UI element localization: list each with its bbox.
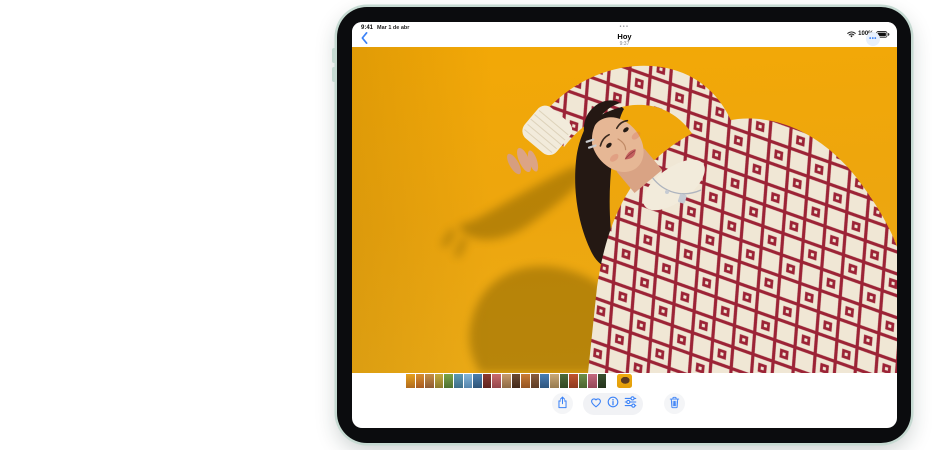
favorite-button[interactable] [589, 397, 603, 411]
photo-viewer[interactable] [352, 47, 897, 373]
filmstrip-thumbnail[interactable] [512, 374, 521, 388]
filmstrip-thumbnail[interactable] [579, 374, 588, 388]
action-pill [583, 393, 643, 415]
filmstrip-thumbnail[interactable] [540, 374, 549, 388]
filmstrip-thumbnail[interactable] [588, 374, 597, 388]
delete-button[interactable] [664, 393, 685, 414]
filmstrip-thumbnail[interactable] [444, 374, 453, 388]
info-button[interactable] [606, 397, 620, 411]
filmstrip-thumbnail[interactable] [531, 374, 540, 388]
info-icon [607, 396, 619, 411]
page-title: Hoy [352, 33, 897, 41]
ellipsis-icon: ••• [869, 36, 877, 42]
share-button[interactable] [552, 393, 573, 414]
more-options-button[interactable]: ••• [866, 32, 880, 46]
page-subtitle: 9:37 [352, 41, 897, 47]
sliders-icon [624, 396, 637, 411]
filmstrip-thumbnail-selected[interactable] [617, 374, 632, 388]
nav-title-block: Hoy 9:37 [352, 33, 897, 47]
filmstrip-selected-wrap [612, 374, 632, 388]
back-button[interactable] [358, 33, 370, 45]
filmstrip-thumbnail[interactable] [560, 374, 569, 388]
ipad-device-frame: 9:41 Mar 1 de abr ••• 100% [337, 7, 911, 443]
filmstrip-thumbnail[interactable] [406, 374, 415, 388]
filmstrip-thumbnail[interactable] [598, 374, 607, 388]
chevron-left-icon [361, 32, 368, 47]
ipad-screen: 9:41 Mar 1 de abr ••• 100% [352, 22, 897, 428]
filmstrip-thumbnail[interactable] [502, 374, 511, 388]
filmstrip-thumbnail[interactable] [483, 374, 492, 388]
filmstrip-thumbnail[interactable] [416, 374, 425, 388]
filmstrip-thumbnail[interactable] [550, 374, 559, 388]
filmstrip-thumbnail[interactable] [425, 374, 434, 388]
share-icon [557, 396, 568, 412]
filmstrip-thumbnail[interactable] [492, 374, 501, 388]
filmstrip-thumbnail[interactable] [473, 374, 482, 388]
multitask-indicator: ••• [352, 24, 897, 30]
filmstrip-thumbnail[interactable] [464, 374, 473, 388]
trash-icon [669, 396, 680, 412]
filmstrip-thumbnail[interactable] [435, 374, 444, 388]
filmstrip-thumbnail[interactable] [521, 374, 530, 388]
heart-icon [590, 396, 602, 411]
wifi-icon [847, 25, 856, 43]
filmstrip-thumbnail[interactable] [454, 374, 463, 388]
volume-up-button [332, 48, 336, 63]
adjust-button[interactable] [623, 397, 637, 411]
filmstrip-thumbnail[interactable] [569, 374, 578, 388]
volume-down-button [332, 67, 336, 82]
top-bar: 9:41 Mar 1 de abr ••• 100% [352, 22, 897, 47]
filmstrip-thumbnails [406, 374, 607, 388]
